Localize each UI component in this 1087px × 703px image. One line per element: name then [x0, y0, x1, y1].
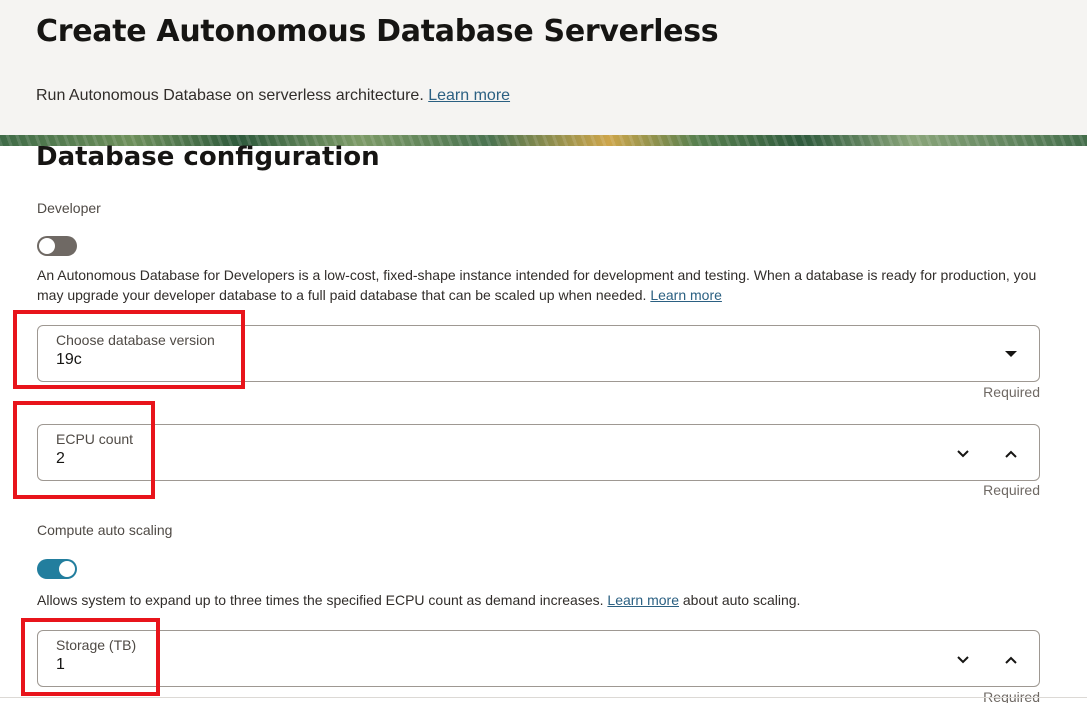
page-subtitle: Run Autonomous Database on serverless ar… — [36, 87, 510, 105]
ecpu-count-stepper[interactable]: ECPU count 2 — [37, 424, 1040, 481]
auto-scaling-help-body: Allows system to expand up to three time… — [37, 592, 604, 608]
toggle-knob — [39, 238, 55, 254]
required-text: Required — [983, 384, 1040, 400]
auto-scaling-help-tail: about auto scaling. — [682, 592, 801, 608]
section-title: Database configuration — [36, 142, 380, 172]
decrement-icon[interactable] — [949, 440, 977, 468]
learn-more-link[interactable]: Learn more — [428, 87, 510, 104]
auto-scaling-help-text: Allows system to expand up to three time… — [37, 590, 1047, 610]
highlight-box-ecpu-count — [13, 401, 155, 499]
divider — [0, 697, 1087, 698]
developer-help-text: An Autonomous Database for Developers is… — [37, 265, 1047, 305]
chevron-down-icon[interactable] — [1005, 351, 1017, 357]
auto-scaling-learn-more-link[interactable]: Learn more — [607, 592, 679, 608]
storage-stepper[interactable]: Storage (TB) 1 — [37, 630, 1040, 687]
page-title: Create Autonomous Database Serverless — [36, 14, 719, 49]
developer-help-body: An Autonomous Database for Developers is… — [37, 267, 1037, 303]
subtitle-text: Run Autonomous Database on serverless ar… — [36, 87, 424, 104]
increment-icon[interactable] — [997, 646, 1025, 674]
required-text: Required — [983, 482, 1040, 498]
developer-label: Developer — [37, 200, 101, 216]
developer-learn-more-link[interactable]: Learn more — [650, 287, 722, 303]
decrement-icon[interactable] — [949, 646, 977, 674]
page-header: Create Autonomous Database Serverless Ru… — [0, 0, 1087, 135]
increment-icon[interactable] — [997, 440, 1025, 468]
auto-scaling-label: Compute auto scaling — [37, 522, 173, 538]
required-text: Required — [983, 689, 1040, 703]
developer-toggle[interactable] — [37, 236, 77, 256]
highlight-box-database-version — [13, 310, 245, 389]
toggle-knob — [59, 561, 75, 577]
auto-scaling-toggle[interactable] — [37, 559, 77, 579]
highlight-box-storage — [21, 618, 160, 696]
